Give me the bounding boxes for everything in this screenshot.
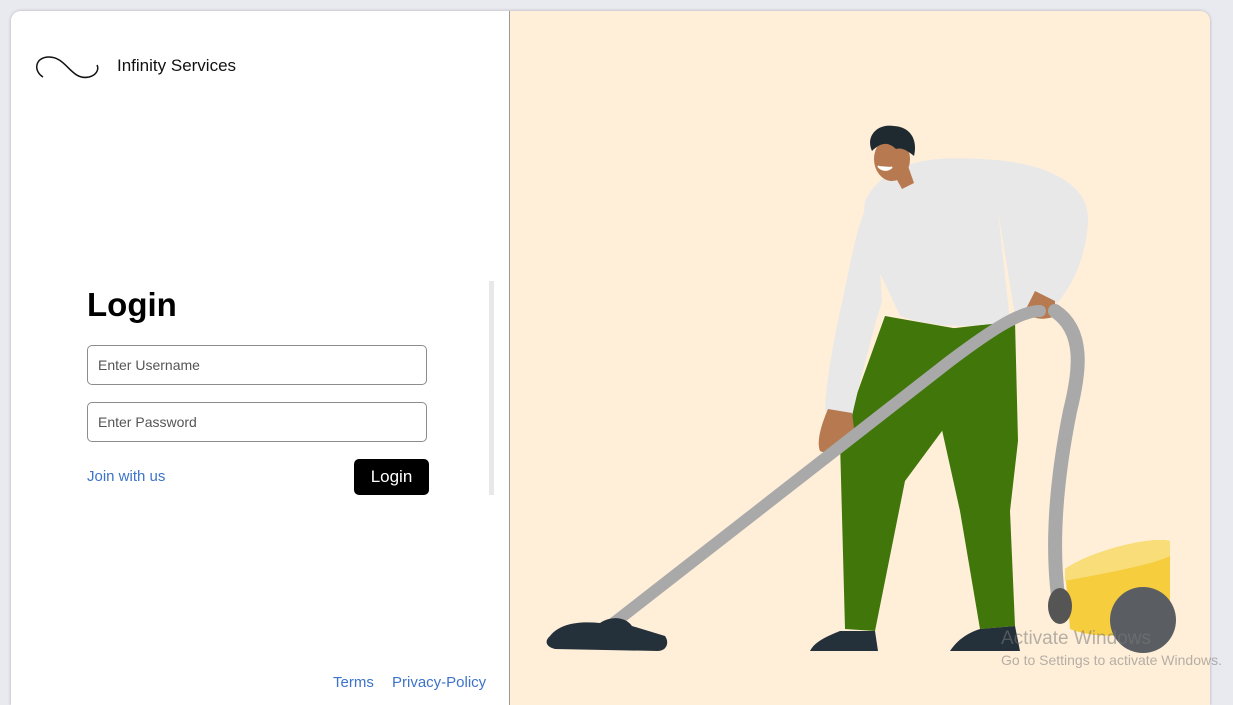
activate-windows-subtitle: Go to Settings to activate Windows. bbox=[1001, 652, 1222, 668]
login-card: Infinity Services Login Join with us Log… bbox=[11, 11, 1210, 705]
login-title: Login bbox=[87, 286, 177, 323]
terms-link[interactable]: Terms bbox=[333, 674, 374, 691]
username-input[interactable] bbox=[87, 345, 427, 385]
brand-name: Infinity Services bbox=[117, 56, 237, 75]
password-input[interactable] bbox=[87, 402, 427, 442]
illustration-panel bbox=[509, 11, 1210, 705]
scrollbar[interactable] bbox=[489, 281, 494, 495]
activate-windows-title: Activate Windows bbox=[1001, 628, 1151, 649]
join-link[interactable]: Join with us bbox=[87, 468, 165, 485]
login-button[interactable]: Login bbox=[354, 459, 429, 495]
person-vacuuming-icon bbox=[546, 125, 1176, 653]
privacy-policy-link[interactable]: Privacy-Policy bbox=[392, 674, 486, 691]
login-panel: Infinity Services Login Join with us Log… bbox=[11, 11, 509, 705]
infinity-logo-icon bbox=[36, 56, 99, 79]
